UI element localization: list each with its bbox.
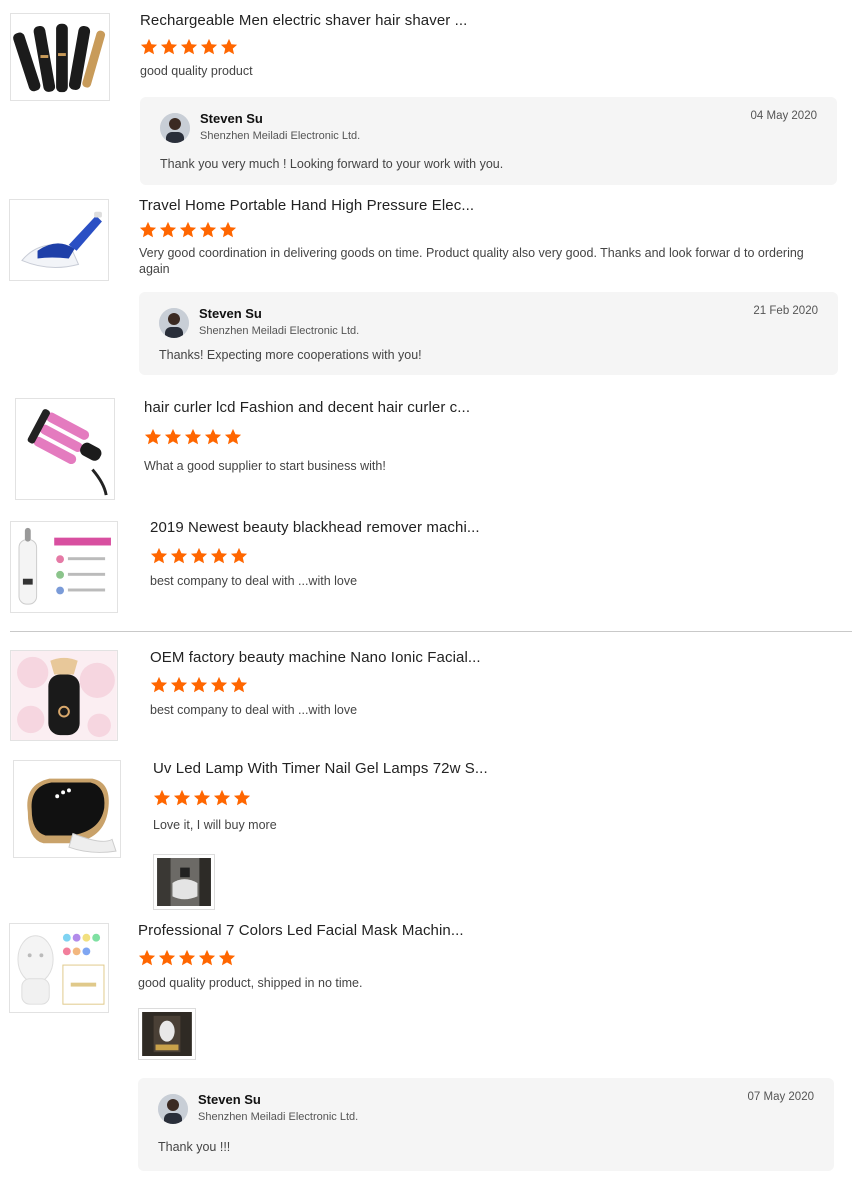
review-item: Travel Home Portable Hand High Pressure … xyxy=(0,190,852,385)
star-icon xyxy=(213,789,231,807)
star-icon xyxy=(230,676,248,694)
product-thumbnail[interactable] xyxy=(9,199,109,281)
facial-steamer-image xyxy=(11,651,117,740)
star-icon xyxy=(193,789,211,807)
reply-date: 21 Feb 2020 xyxy=(753,305,818,317)
review-comment: good quality product xyxy=(140,64,253,78)
product-title[interactable]: Professional 7 Colors Led Facial Mask Ma… xyxy=(138,922,464,939)
star-icon xyxy=(170,547,188,565)
replier-name: Steven Su xyxy=(199,306,262,321)
star-icon xyxy=(170,676,188,694)
reply-text: Thank you very much ! Looking forward to… xyxy=(160,157,504,171)
star-icon xyxy=(200,38,218,56)
star-icon xyxy=(210,547,228,565)
replier-name: Steven Su xyxy=(198,1092,261,1107)
star-icon xyxy=(219,221,237,239)
review-comment: best company to deal with ...with love xyxy=(150,703,358,717)
supplier-reply: Steven Su Shenzhen Meiladi Electronic Lt… xyxy=(138,1078,834,1171)
avatar xyxy=(158,1094,188,1124)
star-icon xyxy=(230,547,248,565)
review-item: Uv Led Lamp With Timer Nail Gel Lamps 72… xyxy=(0,744,852,914)
replier-company: Shenzhen Meiladi Electronic Ltd. xyxy=(199,325,360,337)
star-rating xyxy=(144,428,242,446)
star-icon xyxy=(180,38,198,56)
star-icon xyxy=(184,428,202,446)
star-icon xyxy=(139,221,157,239)
product-thumbnail[interactable] xyxy=(9,923,109,1013)
customer-photo xyxy=(142,1012,192,1056)
review-comment: good quality product, shipped in no time… xyxy=(138,976,363,990)
star-icon xyxy=(150,676,168,694)
star-icon xyxy=(159,221,177,239)
replier-company: Shenzhen Meiladi Electronic Ltd. xyxy=(200,130,361,142)
reply-text: Thank you !!! xyxy=(158,1140,231,1154)
review-comment: best company to deal with ...with love xyxy=(150,574,358,588)
review-item: Professional 7 Colors Led Facial Mask Ma… xyxy=(0,914,852,1180)
review-photo[interactable] xyxy=(153,854,215,910)
star-rating xyxy=(150,676,248,694)
product-title[interactable]: 2019 Newest beauty blackhead remover mac… xyxy=(150,519,480,536)
blackhead-remover-image xyxy=(11,522,117,612)
product-thumbnail[interactable] xyxy=(10,13,110,101)
steamer-image xyxy=(10,200,108,280)
star-icon xyxy=(179,221,197,239)
star-rating xyxy=(138,949,236,967)
star-icon xyxy=(144,428,162,446)
star-icon xyxy=(218,949,236,967)
avatar xyxy=(160,113,190,143)
replier-company: Shenzhen Meiladi Electronic Ltd. xyxy=(198,1111,359,1123)
star-icon xyxy=(178,949,196,967)
star-icon xyxy=(198,949,216,967)
reply-text: Thanks! Expecting more cooperations with… xyxy=(159,348,422,362)
product-title[interactable]: hair curler lcd Fashion and decent hair … xyxy=(144,399,470,416)
star-icon xyxy=(224,428,242,446)
review-comment: What a good supplier to start business w… xyxy=(144,459,386,473)
star-rating xyxy=(153,789,251,807)
product-thumbnail[interactable] xyxy=(10,650,118,741)
reply-date: 07 May 2020 xyxy=(747,1091,815,1103)
avatar xyxy=(159,308,189,338)
star-icon xyxy=(190,676,208,694)
product-thumbnail[interactable] xyxy=(10,521,118,613)
led-mask-image xyxy=(10,924,108,1012)
hair-curler-image xyxy=(16,399,114,499)
supplier-reply: Steven Su Shenzhen Meiladi Electronic Lt… xyxy=(140,97,837,185)
star-rating xyxy=(139,221,237,239)
star-icon xyxy=(190,547,208,565)
star-icon xyxy=(160,38,178,56)
supplier-reply: Steven Su Shenzhen Meiladi Electronic Lt… xyxy=(139,292,838,375)
product-thumbnail[interactable] xyxy=(13,760,121,858)
replier-name: Steven Su xyxy=(200,111,263,126)
shaver-image xyxy=(11,14,109,100)
review-comment: Very good coordination in delivering goo… xyxy=(139,246,804,276)
product-thumbnail[interactable] xyxy=(15,398,115,500)
review-item: hair curler lcd Fashion and decent hair … xyxy=(0,385,852,505)
star-icon xyxy=(233,789,251,807)
review-comment: Love it, I will buy more xyxy=(153,818,277,832)
reply-date: 04 May 2020 xyxy=(750,110,818,122)
star-icon xyxy=(158,949,176,967)
star-icon xyxy=(153,789,171,807)
product-title[interactable]: Uv Led Lamp With Timer Nail Gel Lamps 72… xyxy=(153,760,488,777)
review-photo[interactable] xyxy=(138,1008,196,1060)
star-icon xyxy=(150,547,168,565)
product-title[interactable]: Rechargeable Men electric shaver hair sh… xyxy=(140,12,467,29)
uv-lamp-image xyxy=(14,761,120,857)
star-icon xyxy=(138,949,156,967)
star-rating xyxy=(150,547,248,565)
star-icon xyxy=(199,221,217,239)
star-icon xyxy=(220,38,238,56)
customer-photo xyxy=(157,858,211,906)
star-icon xyxy=(164,428,182,446)
star-icon xyxy=(140,38,158,56)
product-title[interactable]: Travel Home Portable Hand High Pressure … xyxy=(139,197,474,214)
review-item: OEM factory beauty machine Nano Ionic Fa… xyxy=(0,632,852,744)
star-icon xyxy=(210,676,228,694)
star-icon xyxy=(173,789,191,807)
star-rating xyxy=(140,38,238,56)
review-item: 2019 Newest beauty blackhead remover mac… xyxy=(0,505,852,625)
review-item: Rechargeable Men electric shaver hair sh… xyxy=(0,0,852,190)
star-icon xyxy=(204,428,222,446)
product-title[interactable]: OEM factory beauty machine Nano Ionic Fa… xyxy=(150,649,481,666)
